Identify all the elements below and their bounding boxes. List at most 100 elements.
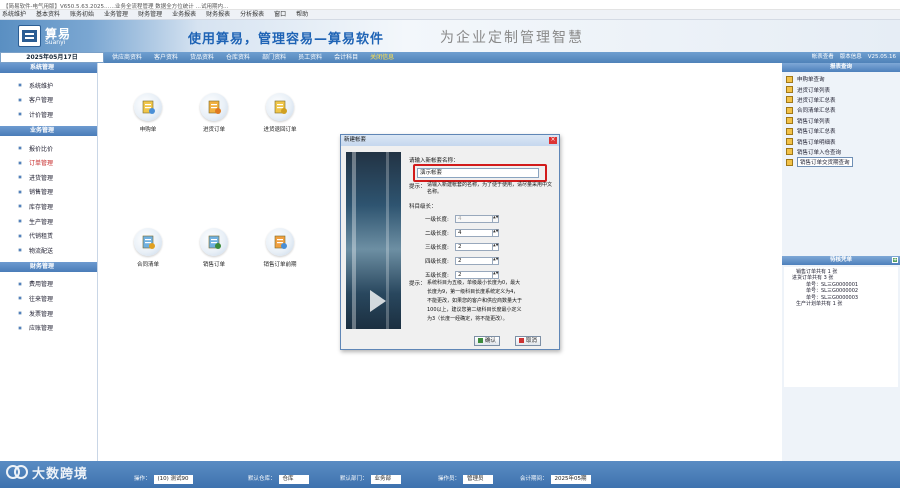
menu-item[interactable]: 系统维护 [0, 10, 34, 19]
presale-doc-icon [266, 228, 294, 256]
workflow-node[interactable]: 进货订单 [184, 93, 244, 133]
level-value: 2 [458, 244, 462, 250]
menu-item[interactable]: 财务管理 [136, 10, 170, 19]
nav-tab[interactable]: 部门资料 [256, 52, 292, 63]
name-prompt: 请输入新帐套名称： [409, 158, 459, 164]
sidebar-section-header: 财务管理 [0, 261, 97, 272]
workflow-node[interactable]: 申购单 [118, 93, 178, 133]
sidebar-item[interactable]: 往来管理 [0, 291, 97, 306]
spinner-arrows-icon[interactable]: ▲▼ [492, 257, 498, 264]
report-book-icon [786, 158, 793, 166]
sidebar-item[interactable]: 订单管理 [0, 155, 97, 170]
banner: 算易 Suanyi 使用算易，管理容易—算易软件 为企业定制管理智慧 [0, 20, 900, 52]
menu-item[interactable]: 财务报表 [204, 10, 238, 19]
report-book-icon [786, 75, 793, 83]
sidebar-item-label: 销售管理 [29, 189, 54, 197]
report-item[interactable]: 销售订单列表 [786, 116, 896, 126]
report-item[interactable]: 进货订单汇总表 [786, 95, 896, 105]
level-label: 四级长度: [425, 259, 449, 265]
sidebar-item[interactable]: 生产管理 [0, 214, 97, 229]
nav-tab[interactable]: 关闭信息 [364, 52, 400, 63]
report-item[interactable]: 销售订单入仓查询 [786, 147, 896, 157]
nav-tab[interactable]: 客户资料 [148, 52, 184, 63]
sidebar-item[interactable]: 费用管理 [0, 277, 97, 292]
sidebar-item[interactable]: 应账管理 [0, 320, 97, 335]
report-item[interactable]: 销售订单明细表 [786, 136, 896, 146]
logo-mark-icon [18, 25, 41, 47]
sidebar-item[interactable]: 系统维护 [0, 78, 97, 93]
level-spinner[interactable]: 2 ▲▼ [455, 243, 499, 251]
level-spinner[interactable]: 2 ▲▼ [455, 257, 499, 265]
nav-tab[interactable]: 员工资料 [292, 52, 328, 63]
workflow-node[interactable]: 销售订单 [184, 228, 244, 268]
report-item[interactable]: 进货订单列表 [786, 84, 896, 94]
bullet-icon [18, 175, 22, 180]
workflow-node[interactable]: 销售订单前期 [250, 228, 310, 268]
report-item-label: 销售订单明细表 [797, 139, 836, 146]
workflow-node-label: 进货订单 [202, 127, 225, 133]
sidebar-item-label: 计价管理 [29, 111, 54, 119]
quick-tabs: 供应商资料 客户资料 货品资料 仓库资料 部门资料 员工资料 会计科目 关闭信息 [106, 52, 400, 63]
voucher-tree-node[interactable]: 单号：SL三G0000002 [788, 288, 894, 295]
bullet-icon [18, 97, 22, 102]
level-spinner[interactable]: 4 ▲▼ [455, 229, 499, 237]
pin-icon[interactable]: + [892, 256, 898, 263]
level-label: 二级长度: [425, 231, 449, 237]
nav-tab[interactable]: 仓库资料 [220, 52, 256, 63]
nav-right: 帐表查看 版本信息 V25.05.16 [812, 52, 896, 63]
watermark-logo-icon [6, 465, 28, 479]
sidebar-item[interactable]: 发票管理 [0, 306, 97, 321]
menu-item[interactable]: 基本资料 [34, 10, 68, 19]
confirm-button[interactable]: 确认 [474, 336, 501, 346]
report-book-icon [786, 117, 793, 125]
sidebar-item[interactable]: 物流配送 [0, 243, 97, 258]
menu-item[interactable]: 帮助 [294, 10, 316, 19]
report-item[interactable]: 销售订单交货期查询 [786, 157, 896, 168]
reports-list: 申购单查询 进货订单列表 进货订单汇总表 合同清单汇总表 销售订单列表 销售订单汇总表 销售… [782, 72, 900, 170]
menu-item[interactable]: 业务报表 [170, 10, 204, 19]
highlight-box [413, 164, 547, 182]
cart-doc-icon [200, 93, 228, 121]
report-item[interactable]: 申购单查询 [786, 74, 896, 84]
sidebar-item-label: 发票管理 [29, 310, 54, 318]
spinner-arrows-icon[interactable]: ▲▼ [492, 243, 498, 250]
nav-tab[interactable]: 会计科目 [328, 52, 364, 63]
menu-item[interactable]: 账务初始 [68, 10, 102, 19]
version-info-link[interactable]: 版本信息 [840, 52, 862, 63]
menu-item[interactable]: 分析报表 [238, 10, 272, 19]
sidebar-item[interactable]: 库存管理 [0, 199, 97, 214]
app-logo: 算易 Suanyi [18, 24, 82, 48]
sidebar-item[interactable]: 代销租赁 [0, 228, 97, 243]
menu-item[interactable]: 业务管理 [102, 10, 136, 19]
workflow-node[interactable]: 合同清单 [118, 228, 178, 268]
close-icon[interactable]: × [549, 137, 557, 144]
voucher-tree-node[interactable]: 进货订单共有 3 张 [788, 275, 894, 282]
sidebar-item[interactable]: 客户管理 [0, 93, 97, 108]
current-date: 2025年05月17日 [0, 52, 104, 63]
sidebar-item[interactable]: 进货管理 [0, 170, 97, 185]
sidebar-item[interactable]: 计价管理 [0, 107, 97, 122]
report-book-icon [786, 127, 793, 135]
menu-item[interactable]: 窗口 [272, 10, 294, 19]
sidebar-item-label: 往来管理 [29, 295, 54, 303]
nav-tab[interactable]: 供应商资料 [106, 52, 148, 63]
report-item[interactable]: 销售订单汇总表 [786, 126, 896, 136]
spinner-arrows-icon[interactable]: ▲▼ [492, 271, 498, 278]
cancel-button[interactable]: 取消 [515, 336, 542, 346]
arrow-graphic-icon [370, 290, 386, 312]
level-spinner[interactable]: 2 ▲▼ [455, 271, 499, 279]
report-view-link[interactable]: 帐表查看 [812, 52, 834, 63]
nav-tab[interactable]: 货品资料 [184, 52, 220, 63]
status-warehouse: 默认仓库： 仓库 [248, 475, 309, 484]
spinner-arrows-icon[interactable]: ▲▼ [492, 229, 498, 236]
status-user: 操作员： 管理员 [438, 475, 494, 484]
workflow-node[interactable]: 进货退回订单 [250, 93, 310, 133]
note-line: 系统科目为五级，单级最小长度为0，最大 [427, 280, 521, 286]
report-item[interactable]: 合同清单汇总表 [786, 105, 896, 115]
voucher-tree-node[interactable]: 生产计划单共有 1 张 [788, 301, 894, 308]
return-doc-icon [266, 93, 294, 121]
sidebar-item[interactable]: 报价比价 [0, 141, 97, 156]
hint-text: 请输入新建帐套的名称，为了便于使用，请尽量采用中文名称。 [427, 182, 553, 195]
watermark: 大数跨境 [6, 461, 88, 483]
sidebar-item[interactable]: 销售管理 [0, 185, 97, 200]
